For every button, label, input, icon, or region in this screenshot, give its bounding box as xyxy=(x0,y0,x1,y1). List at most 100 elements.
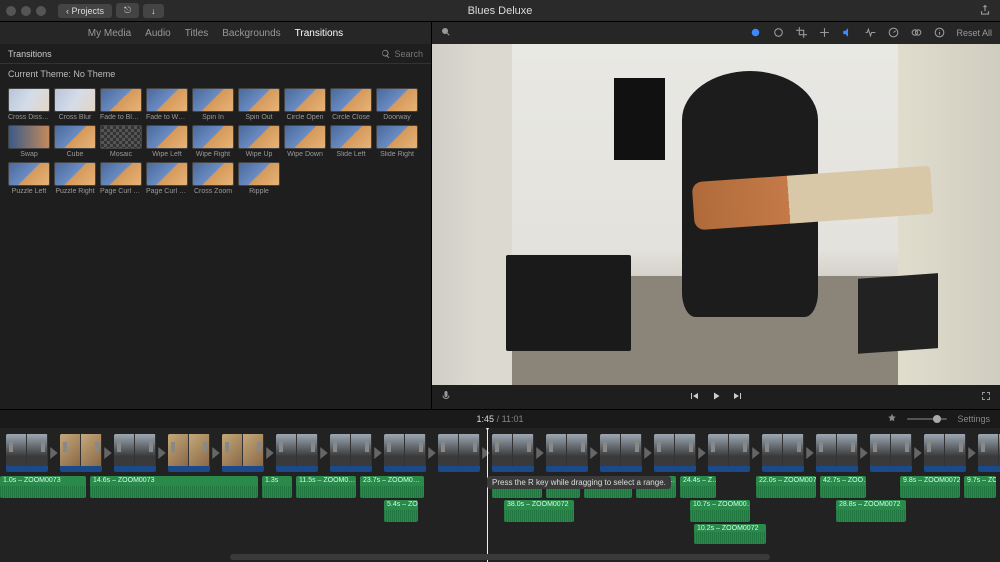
transition-slide-left[interactable]: Slide Left xyxy=(330,125,372,158)
video-clip[interactable] xyxy=(546,434,588,472)
zoom-slider[interactable] xyxy=(907,418,947,420)
transition-slot[interactable] xyxy=(968,434,976,472)
transition-slot[interactable] xyxy=(212,434,220,472)
transition-cube[interactable]: Cube xyxy=(54,125,96,158)
transition-slot[interactable] xyxy=(320,434,328,472)
transition-slot[interactable] xyxy=(158,434,166,472)
video-clip[interactable] xyxy=(60,434,102,472)
search-field[interactable]: Search xyxy=(381,49,423,59)
video-clip[interactable] xyxy=(276,434,318,472)
video-clip[interactable] xyxy=(924,434,966,472)
preview-viewport[interactable] xyxy=(432,44,1000,385)
transition-spin-in[interactable]: Spin In xyxy=(192,88,234,121)
transition-slot[interactable] xyxy=(266,434,274,472)
traffic-min[interactable] xyxy=(21,6,31,16)
color-balance-icon[interactable] xyxy=(749,26,762,41)
video-clip[interactable] xyxy=(384,434,426,472)
transition-wipe-right[interactable]: Wipe Right xyxy=(192,125,234,158)
noise-reduce-icon[interactable] xyxy=(864,26,877,41)
video-clip[interactable] xyxy=(114,434,156,472)
transition-slide-right[interactable]: Slide Right xyxy=(376,125,418,158)
transition-cross-dissolve[interactable]: Cross Dissolve xyxy=(8,88,50,121)
browser-tab-titles[interactable]: Titles xyxy=(185,28,209,39)
video-clip[interactable] xyxy=(492,434,534,472)
audio-clip[interactable]: 11.5s – ZOOM0… xyxy=(296,476,356,498)
transition-swap[interactable]: Swap xyxy=(8,125,50,158)
voiceover-icon[interactable] xyxy=(440,390,452,404)
audio-clip[interactable]: 42.7s – ZOO… xyxy=(820,476,866,498)
transition-page-curl-left[interactable]: Page Curl Left xyxy=(100,162,142,195)
audio-clip[interactable]: 14.6s – ZOOM0073 xyxy=(90,476,258,498)
color-correct-icon[interactable] xyxy=(772,26,785,41)
transition-slot[interactable] xyxy=(698,434,706,472)
video-clip[interactable] xyxy=(816,434,858,472)
video-clip[interactable] xyxy=(762,434,804,472)
audio-clip[interactable]: 10.7s – ZOOM00… xyxy=(690,500,750,522)
stabilize-icon[interactable] xyxy=(818,26,831,41)
transition-mosaic[interactable]: Mosaic xyxy=(100,125,142,158)
transition-slot[interactable] xyxy=(536,434,544,472)
video-clip[interactable] xyxy=(978,434,1000,472)
traffic-close[interactable] xyxy=(6,6,16,16)
play-icon[interactable] xyxy=(710,390,722,404)
audio-clip[interactable]: 1.3s xyxy=(262,476,292,498)
zoom-to-fit-icon[interactable] xyxy=(440,26,452,40)
browser-tab-transitions[interactable]: Transitions xyxy=(295,28,344,39)
settings-button[interactable]: Settings xyxy=(957,414,990,424)
audio-clip[interactable]: 23.7s – ZOOM0… xyxy=(360,476,424,498)
audio-clip[interactable]: 24.4s – Z… xyxy=(680,476,716,498)
reset-all-button[interactable]: Reset All xyxy=(956,28,992,38)
audio-clip[interactable]: 9.7s – ZOO… xyxy=(964,476,996,498)
audio-clip[interactable]: 22.0s – ZOOM0072 xyxy=(756,476,816,498)
transition-fade-to-white[interactable]: Fade to White xyxy=(146,88,188,121)
info-icon[interactable] xyxy=(933,26,946,41)
next-icon[interactable] xyxy=(732,390,744,404)
share-icon[interactable] xyxy=(978,3,992,19)
browser-tab-my-media[interactable]: My Media xyxy=(88,28,131,39)
video-clip[interactable] xyxy=(330,434,372,472)
transition-wipe-down[interactable]: Wipe Down xyxy=(284,125,326,158)
transition-slot[interactable] xyxy=(752,434,760,472)
timeline-body[interactable]: 1.0s – ZOOM007314.6s – ZOOM00731.3s11.5s… xyxy=(0,428,1000,562)
playhead[interactable] xyxy=(487,428,488,562)
audio-clip[interactable]: 9.8s – ZOOM0072 xyxy=(900,476,960,498)
transition-cross-blur[interactable]: Cross Blur xyxy=(54,88,96,121)
transition-slot[interactable] xyxy=(806,434,814,472)
fullscreen-icon[interactable] xyxy=(980,390,992,404)
transition-slot[interactable] xyxy=(590,434,598,472)
snapping-icon[interactable] xyxy=(887,413,897,425)
transition-slot[interactable] xyxy=(860,434,868,472)
back-projects-button[interactable]: ‹ Projects xyxy=(58,4,112,18)
transition-slot[interactable] xyxy=(50,434,58,472)
transition-slot[interactable] xyxy=(104,434,112,472)
video-clip[interactable] xyxy=(438,434,480,472)
crop-icon[interactable] xyxy=(795,26,808,41)
transition-slot[interactable] xyxy=(482,434,490,472)
audio-clip[interactable]: 38.0s – ZOOM0072 xyxy=(504,500,574,522)
transition-slot[interactable] xyxy=(374,434,382,472)
audio-clip[interactable]: 10.2s – ZOOM0072 xyxy=(694,524,766,544)
video-clip[interactable] xyxy=(708,434,750,472)
transition-doorway[interactable]: Doorway xyxy=(376,88,418,121)
transition-slot[interactable] xyxy=(428,434,436,472)
browser-tab-backgrounds[interactable]: Backgrounds xyxy=(222,28,280,39)
video-clip[interactable] xyxy=(870,434,912,472)
audio-clip[interactable]: 5.4s – ZO… xyxy=(384,500,418,522)
video-clip[interactable] xyxy=(600,434,642,472)
transition-wipe-left[interactable]: Wipe Left xyxy=(146,125,188,158)
audio-clip[interactable]: 1.0s – ZOOM0073 xyxy=(0,476,86,498)
browser-tab-audio[interactable]: Audio xyxy=(145,28,171,39)
horizontal-scrollbar[interactable] xyxy=(230,554,770,560)
transition-puzzle-left[interactable]: Puzzle Left xyxy=(8,162,50,195)
toolbar-button-2[interactable]: ⎋ xyxy=(116,3,139,18)
transition-circle-close[interactable]: Circle Close xyxy=(330,88,372,121)
clip-filter-icon[interactable] xyxy=(910,26,923,41)
transition-fade-to-black[interactable]: Fade to Black xyxy=(100,88,142,121)
transition-cross-zoom[interactable]: Cross Zoom xyxy=(192,162,234,195)
transition-wipe-up[interactable]: Wipe Up xyxy=(238,125,280,158)
traffic-max[interactable] xyxy=(36,6,46,16)
video-clip[interactable] xyxy=(222,434,264,472)
transition-page-curl-right[interactable]: Page Curl Right xyxy=(146,162,188,195)
audio-clip[interactable]: 28.8s – ZOOM0072 xyxy=(836,500,906,522)
transition-slot[interactable] xyxy=(914,434,922,472)
